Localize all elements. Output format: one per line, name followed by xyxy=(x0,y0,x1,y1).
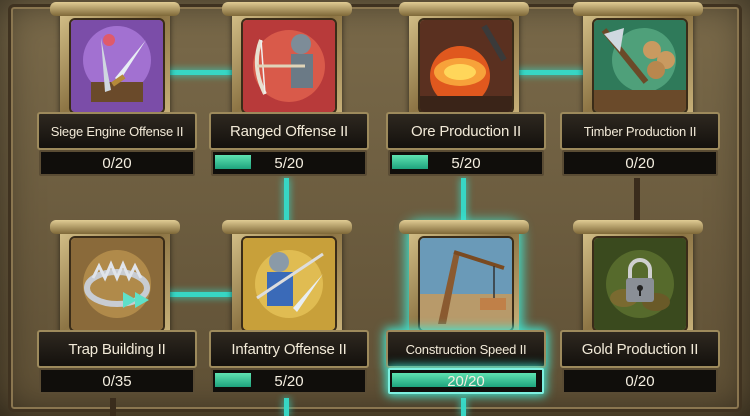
infantry-soldier-icon xyxy=(241,236,337,332)
skill-progress-bar: 0/20 xyxy=(562,368,718,394)
skill-name: Timber Production II xyxy=(560,112,720,150)
progress-text: 20/20 xyxy=(447,372,485,390)
connector-trap-down xyxy=(110,398,116,416)
skill-progress-bar: 5/20 xyxy=(211,150,367,176)
skill-icon-frame xyxy=(399,2,529,116)
locked-gold-icon xyxy=(592,236,688,332)
skill-name: Siege Engine Offense II xyxy=(37,112,197,150)
progress-text: 5/20 xyxy=(274,372,304,390)
skill-progress-bar: 0/20 xyxy=(39,150,195,176)
skill-icon-frame xyxy=(222,220,352,334)
archer-icon xyxy=(241,18,337,114)
progress-text: 0/35 xyxy=(102,372,132,390)
timber-axe-icon xyxy=(592,18,688,114)
skill-card-gold-production[interactable]: Gold Production II 0/20 xyxy=(558,218,720,398)
skill-card-construction-speed[interactable]: Construction Speed II 20/20 xyxy=(384,218,546,398)
skill-icon-frame xyxy=(222,2,352,116)
skill-progress-bar: 5/20 xyxy=(388,150,544,176)
skill-progress-bar: 5/20 xyxy=(211,368,367,394)
skill-name: Construction Speed II xyxy=(386,330,546,368)
progress-text: 0/20 xyxy=(625,372,655,390)
progress-text: 0/20 xyxy=(625,154,655,172)
skill-name: Trap Building II xyxy=(37,330,197,368)
skill-card-timber-production[interactable]: Timber Production II 0/20 xyxy=(558,0,720,180)
skill-card-ranged-offense[interactable]: Ranged Offense II 5/20 xyxy=(207,0,369,180)
ore-forge-icon xyxy=(418,18,514,114)
skill-name: Infantry Offense II xyxy=(209,330,369,368)
skill-progress-bar: 0/20 xyxy=(562,150,718,176)
construction-crane-icon xyxy=(418,236,514,332)
skill-icon-frame xyxy=(573,2,703,116)
skill-icon-frame xyxy=(399,220,529,334)
skill-card-ore-production[interactable]: Ore Production II 5/20 xyxy=(384,0,546,180)
skill-progress-bar: 0/35 xyxy=(39,368,195,394)
skill-icon-frame xyxy=(50,220,180,334)
progress-text: 5/20 xyxy=(451,154,481,172)
siege-engine-sword-icon xyxy=(69,18,165,114)
skill-icon-frame xyxy=(50,2,180,116)
progress-text: 0/20 xyxy=(102,154,132,172)
connector-construction-down xyxy=(461,398,466,416)
skill-card-trap-building[interactable]: Trap Building II 0/35 xyxy=(35,218,197,398)
connector-infantry-down xyxy=(284,398,289,416)
skill-icon-frame xyxy=(573,220,703,334)
skill-progress-bar: 20/20 xyxy=(388,368,544,394)
research-tree-board: Siege Engine Offense II 0/20 Ranged Offe… xyxy=(0,0,750,416)
skill-name: Ranged Offense II xyxy=(209,112,369,150)
skill-card-siege-engine-offense[interactable]: Siege Engine Offense II 0/20 xyxy=(35,0,197,180)
skill-card-infantry-offense[interactable]: Infantry Offense II 5/20 xyxy=(207,218,369,398)
bear-trap-icon xyxy=(69,236,165,332)
progress-text: 5/20 xyxy=(274,154,304,172)
skill-name: Gold Production II xyxy=(560,330,720,368)
skill-name: Ore Production II xyxy=(386,112,546,150)
